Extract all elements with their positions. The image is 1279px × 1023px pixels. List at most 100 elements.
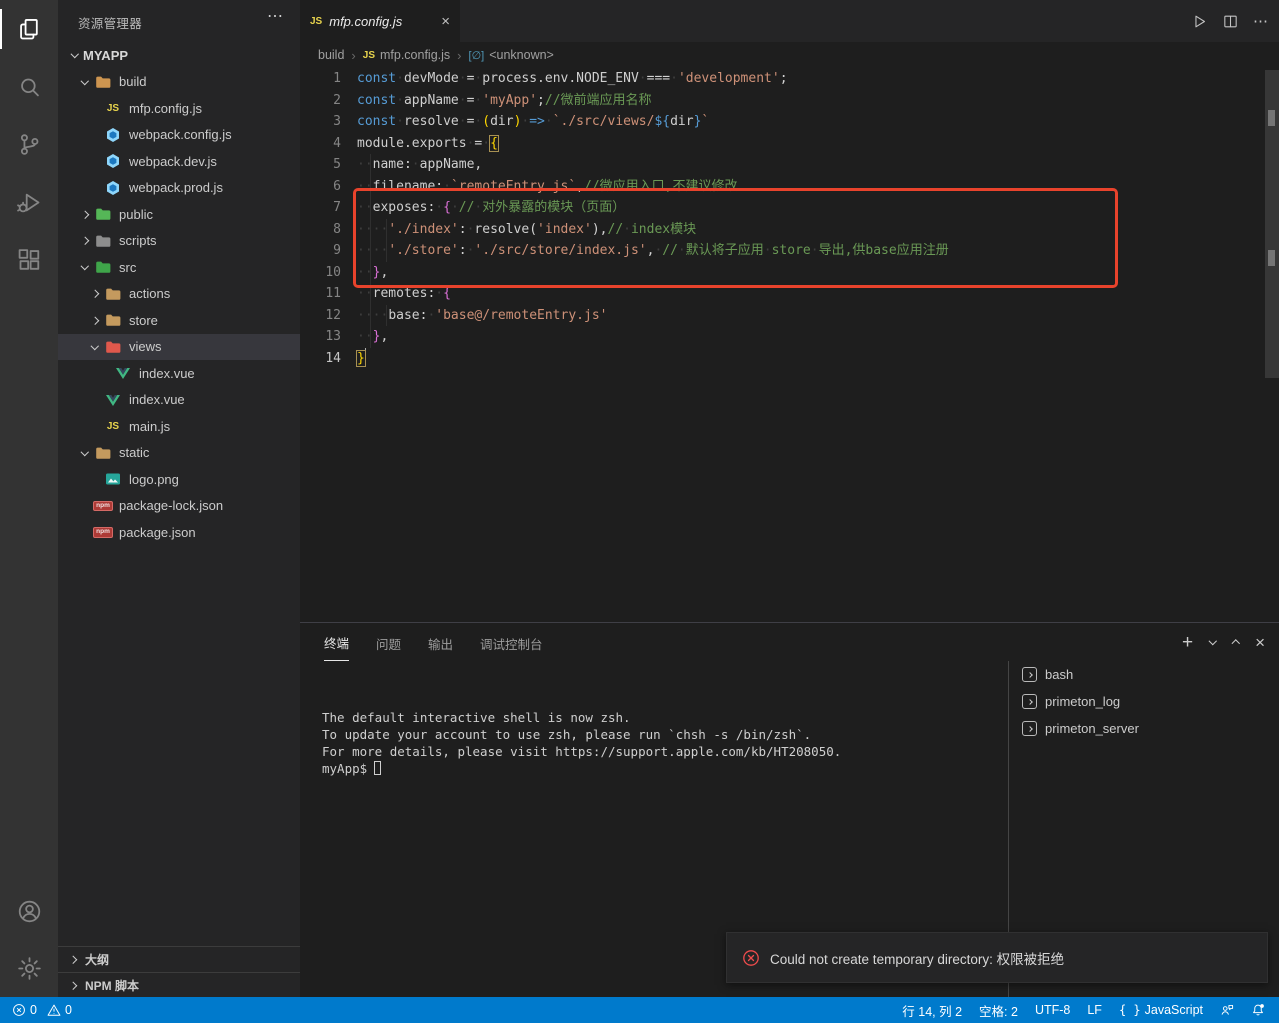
activity-search-icon[interactable]	[0, 62, 58, 112]
folder-icon	[93, 233, 113, 249]
chevron-down-icon[interactable]	[1210, 641, 1216, 644]
panel-tab-终端[interactable]: 终端	[324, 623, 349, 661]
code-line-2[interactable]: 2const·appName·=·'myApp';//微前端应用名称	[300, 90, 1279, 112]
tree-item-webpack-dev-js[interactable]: webpack.dev.js	[58, 148, 300, 175]
notifications-bell-icon[interactable]	[1251, 1003, 1265, 1017]
cursor-position[interactable]: 行 14, 列 2	[902, 1001, 962, 1020]
notification-toast[interactable]: Could not create temporary directory: 权限…	[726, 932, 1268, 983]
activity-run-debug-icon[interactable]	[0, 177, 58, 227]
vue-file-icon	[103, 392, 123, 408]
activity-account-icon[interactable]	[0, 886, 58, 936]
tree-item-label: webpack.prod.js	[129, 180, 223, 195]
tree-item-build[interactable]: build	[58, 69, 300, 96]
code-line-4[interactable]: 4module.exports·=·{	[300, 133, 1279, 155]
breadcrumb-separator: ›	[457, 48, 461, 63]
error-count-icon	[12, 1003, 26, 1017]
tree-item-scripts[interactable]: scripts	[58, 228, 300, 255]
terminal-output[interactable]: The default interactive shell is now zsh…	[322, 709, 841, 777]
close-panel-icon[interactable]: ×	[1255, 634, 1265, 651]
tree-item-logo-png[interactable]: logo.png	[58, 466, 300, 493]
code-line-6[interactable]: 6··filename:·`remoteEntry.js`,//微应用入口,不建…	[300, 176, 1279, 198]
code-area[interactable]: 1const·devMode·=·process.env.NODE_ENV·==…	[300, 68, 1279, 369]
activity-source-control-icon[interactable]	[0, 119, 58, 169]
tab-label: mfp.config.js	[329, 14, 402, 29]
code-line-14[interactable]: 14}	[300, 348, 1279, 370]
tree-item-package-lock-json[interactable]: npmpackage-lock.json	[58, 493, 300, 520]
tree-item-index-vue[interactable]: index.vue	[58, 387, 300, 414]
terminal-instance-primeton_log[interactable]: primeton_log	[1009, 688, 1279, 715]
tab-close-icon[interactable]: ×	[441, 14, 450, 29]
panel-tab-问题[interactable]: 问题	[376, 624, 401, 661]
tree-item-actions[interactable]: actions	[58, 281, 300, 308]
chevron-right-icon	[76, 212, 93, 218]
sidebar-section-npm-scripts[interactable]: NPM 脚本	[58, 972, 300, 998]
maximize-panel-icon[interactable]	[1233, 638, 1239, 647]
chevron-right-icon	[64, 983, 81, 989]
breadcrumb-item[interactable]: <unknown>	[489, 48, 554, 62]
tree-root-myapp[interactable]: MYAPP	[58, 42, 300, 69]
editor-more-actions-icon[interactable]: ⋯	[1253, 12, 1269, 30]
problems-indicator[interactable]: 0 0	[12, 1003, 72, 1017]
code-line-11[interactable]: 11··remotes:·{	[300, 283, 1279, 305]
tree-item-store[interactable]: store	[58, 307, 300, 334]
tree-item-views[interactable]: views	[58, 334, 300, 361]
panel-tab-调试控制台[interactable]: 调试控制台	[480, 624, 543, 661]
tree-item-static[interactable]: static	[58, 440, 300, 467]
activity-settings-gear-icon[interactable]	[0, 943, 58, 993]
tree-item-webpack-prod-js[interactable]: webpack.prod.js	[58, 175, 300, 202]
terminal-icon	[1022, 667, 1037, 682]
warning-count: 0	[65, 1003, 72, 1017]
tree-item-public[interactable]: public	[58, 201, 300, 228]
split-editor-icon[interactable]	[1222, 13, 1239, 30]
tree-item-label: package-lock.json	[119, 498, 223, 513]
code-line-12[interactable]: 12····base:·'base@/remoteEntry.js'	[300, 305, 1279, 327]
breadcrumb[interactable]: build›JSmfp.config.js›[∅]<unknown>	[300, 42, 1279, 68]
sidebar-section-outline[interactable]: 大纲	[58, 946, 300, 972]
code-line-8[interactable]: 8····'./index':·resolve('index'),//·inde…	[300, 219, 1279, 241]
terminal-instance-primeton_server[interactable]: primeton_server	[1009, 715, 1279, 742]
activity-extensions-icon[interactable]	[0, 235, 58, 285]
tree-item-mfp-config-js[interactable]: JSmfp.config.js	[58, 95, 300, 122]
tree-item-label: mfp.config.js	[129, 101, 202, 116]
feedback-icon[interactable]	[1220, 1003, 1234, 1017]
chevron-down-icon	[76, 452, 93, 455]
encoding-setting[interactable]: UTF-8	[1035, 1003, 1070, 1017]
code-line-7[interactable]: 7··exposes:·{·//·对外暴露的模块（页面）	[300, 197, 1279, 219]
editor-scrollbar[interactable]	[1265, 70, 1279, 378]
terminal-line: For more details, please visit https://s…	[322, 743, 841, 760]
breadcrumb-item[interactable]: build	[318, 48, 344, 62]
indent-guide	[370, 154, 371, 348]
editor-group: JS mfp.config.js × ⋯ build›JSmfp.config.…	[300, 0, 1279, 622]
tree-root-label: MYAPP	[83, 48, 128, 63]
terminal-prompt[interactable]: myApp$	[322, 760, 841, 777]
tab-mfp-config-js[interactable]: JS mfp.config.js ×	[300, 0, 460, 42]
line-number: 14	[300, 348, 349, 370]
activity-files-icon[interactable]	[0, 4, 58, 54]
tree-item-index-vue[interactable]: index.vue	[58, 360, 300, 387]
tree-item-src[interactable]: src	[58, 254, 300, 281]
run-file-icon[interactable]	[1191, 13, 1208, 30]
notification-message: Could not create temporary directory: 权限…	[770, 948, 1064, 968]
tree-item-package-json[interactable]: npmpackage.json	[58, 519, 300, 546]
code-line-10[interactable]: 10··},	[300, 262, 1279, 284]
code-line-9[interactable]: 9····'./store':·'./src/store/index.js',·…	[300, 240, 1279, 262]
code-line-3[interactable]: 3const·resolve·=·(dir)·=>·`./src/views/$…	[300, 111, 1279, 133]
code-line-1[interactable]: 1const·devMode·=·process.env.NODE_ENV·==…	[300, 68, 1279, 90]
tree-item-webpack-config-js[interactable]: webpack.config.js	[58, 122, 300, 149]
language-mode[interactable]: { } JavaScript	[1119, 1003, 1203, 1017]
eol-setting[interactable]: LF	[1087, 1003, 1102, 1017]
symbol-icon: [∅]	[469, 49, 485, 62]
braces-icon: { }	[1119, 1003, 1141, 1017]
panel-tab-输出[interactable]: 输出	[428, 624, 453, 661]
line-number: 5	[300, 154, 349, 176]
code-line-5[interactable]: 5··name:·appName,	[300, 154, 1279, 176]
new-terminal-icon[interactable]: +	[1182, 633, 1193, 652]
tree-item-main-js[interactable]: JSmain.js	[58, 413, 300, 440]
breadcrumb-item[interactable]: mfp.config.js	[380, 48, 450, 62]
code-line-13[interactable]: 13··},	[300, 326, 1279, 348]
chevron-right-icon	[86, 291, 103, 297]
sidebar-title: 资源管理器	[78, 13, 142, 32]
terminal-instance-bash[interactable]: bash	[1009, 661, 1279, 688]
sidebar-more-actions-icon[interactable]: ⋯	[267, 6, 284, 26]
indentation-setting[interactable]: 空格: 2	[979, 1001, 1018, 1020]
